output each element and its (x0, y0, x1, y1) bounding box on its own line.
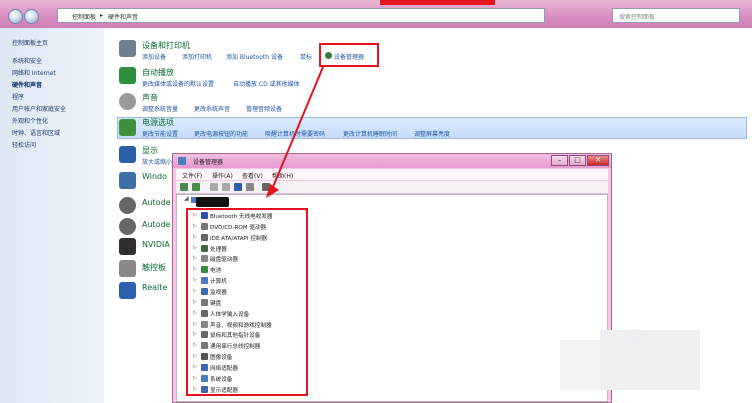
scan-icon[interactable] (246, 183, 254, 191)
tree-root-expander[interactable]: ◢ (184, 195, 189, 202)
device-manager-title: 设备管理器 (193, 159, 224, 166)
menu-view[interactable]: 查看(V) (242, 171, 263, 180)
touchpad-icon[interactable] (119, 260, 136, 277)
link-mouse[interactable]: 鼠标 (300, 52, 312, 61)
breadcrumb-item[interactable]: 控制面板 (72, 12, 96, 21)
device-manager-label: 设备管理器 (334, 54, 365, 61)
link-add-printer[interactable]: 添加打印机 (182, 52, 212, 61)
maximize-button[interactable]: □ (569, 155, 586, 166)
leftnav-item[interactable]: 轻松访问 (12, 140, 36, 149)
forward-button[interactable] (24, 9, 39, 24)
link-brightness[interactable]: 调整屏幕亮度 (414, 129, 450, 138)
forward-arrow-icon[interactable] (192, 183, 200, 191)
leftnav-item[interactable]: 系统和安全 (12, 56, 42, 65)
link-add-device[interactable]: 添加设备 (142, 52, 166, 61)
display-icon[interactable] (119, 146, 136, 163)
minimize-button[interactable]: – (551, 155, 568, 166)
category-title-partial[interactable]: Windo (142, 172, 167, 181)
link-manage-audio[interactable]: 管理音频设备 (246, 104, 282, 113)
category-title-autoplay[interactable]: 自动播放 (142, 67, 174, 78)
address-bar[interactable]: 控制面板 ▸ 硬件和声音 (57, 8, 545, 23)
properties-icon[interactable] (210, 183, 218, 191)
category-title-partial[interactable]: 触控板 (142, 262, 166, 273)
battery-icon[interactable] (119, 119, 136, 136)
category-title-partial[interactable]: NVIDIA (142, 240, 170, 249)
device-manager-titlebar[interactable]: 设备管理器 – □ ✕ (173, 154, 611, 168)
help-icon[interactable] (234, 183, 242, 191)
autoplay-icon[interactable] (119, 67, 136, 84)
close-button[interactable]: ✕ (587, 155, 609, 166)
toolbar (176, 181, 608, 194)
link-wake-password[interactable]: 唤醒计算机时需要密码 (265, 129, 325, 138)
link-autoplay-cd[interactable]: 自动播放 CD 或其他媒体 (233, 79, 300, 88)
link-autoplay-defaults[interactable]: 更改媒体或设备的默认设置 (142, 79, 214, 88)
link-add-bluetooth[interactable]: 添加 Bluetooth 设备 (226, 52, 283, 61)
category-title-partial[interactable]: Autode (142, 220, 171, 229)
link-change-sounds[interactable]: 更改系统声音 (194, 104, 230, 113)
leftnav-item[interactable]: 用户帐户和家庭安全 (12, 104, 66, 113)
left-navigation-pane: 控制面板主页 系统和安全 网络和 Internet 硬件和声音 程序 用户帐户和… (0, 28, 104, 403)
leftnav-item[interactable]: 程序 (12, 92, 24, 101)
category-title-power[interactable]: 电源选项 (142, 117, 174, 128)
tree-icon[interactable] (222, 183, 230, 191)
link-adjust-volume[interactable]: 调整系统音量 (142, 104, 178, 113)
decorative-heart-icon: ♡ (627, 326, 644, 347)
back-arrow-icon[interactable] (180, 183, 188, 191)
background-blur (600, 330, 700, 390)
leftnav-item[interactable]: 控制面板主页 (12, 38, 48, 47)
category-title-devices[interactable]: 设备和打印机 (142, 40, 190, 51)
menu-help[interactable]: 帮助(H) (272, 171, 293, 180)
leftnav-item-current[interactable]: 硬件和声音 (12, 80, 42, 89)
category-title-display[interactable]: 显示 (142, 145, 158, 156)
device-manager-app-icon (178, 157, 186, 165)
redacted-computer-name (196, 197, 229, 207)
windows-icon[interactable] (119, 172, 136, 189)
device-manager-icon (325, 52, 332, 59)
search-placeholder: 搜索控制面板 (619, 14, 656, 21)
breadcrumb-separator: ▸ (100, 12, 104, 19)
search-input[interactable]: 搜索控制面板 (612, 8, 740, 23)
speaker-icon[interactable] (119, 93, 136, 110)
link-sleep-time[interactable]: 更改计算机睡眠时间 (343, 129, 397, 138)
link-power-saving[interactable]: 更改节能设置 (142, 129, 178, 138)
realtek-icon[interactable] (119, 282, 136, 299)
device-list-highlight-box (186, 208, 308, 396)
autodesk-icon[interactable] (119, 197, 136, 214)
leftnav-item[interactable]: 时钟、语言和区域 (12, 128, 60, 137)
device-manager-link[interactable]: 设备管理器 (319, 43, 379, 67)
update-driver-icon[interactable] (262, 183, 270, 191)
leftnav-item[interactable]: 外观和个性化 (12, 116, 48, 125)
back-button[interactable] (8, 9, 23, 24)
menu-file[interactable]: 文件(F) (182, 171, 202, 180)
menu-bar: 文件(F) 操作(A) 查看(V) 帮助(H) (176, 169, 608, 180)
top-highlight-mark (380, 0, 495, 5)
autodesk-icon[interactable] (119, 218, 136, 235)
leftnav-item[interactable]: 网络和 Internet (12, 68, 56, 77)
category-title-partial[interactable]: Realte (142, 283, 167, 292)
category-title-partial[interactable]: Autode (142, 198, 171, 207)
breadcrumb-item[interactable]: 硬件和声音 (108, 12, 138, 21)
nvidia-icon[interactable] (119, 238, 136, 255)
link-power-button[interactable]: 更改电源按钮的功能 (194, 129, 248, 138)
printer-icon[interactable] (119, 40, 136, 57)
category-title-sound[interactable]: 声音 (142, 92, 158, 103)
background-blur (560, 340, 600, 390)
menu-action[interactable]: 操作(A) (212, 171, 233, 180)
